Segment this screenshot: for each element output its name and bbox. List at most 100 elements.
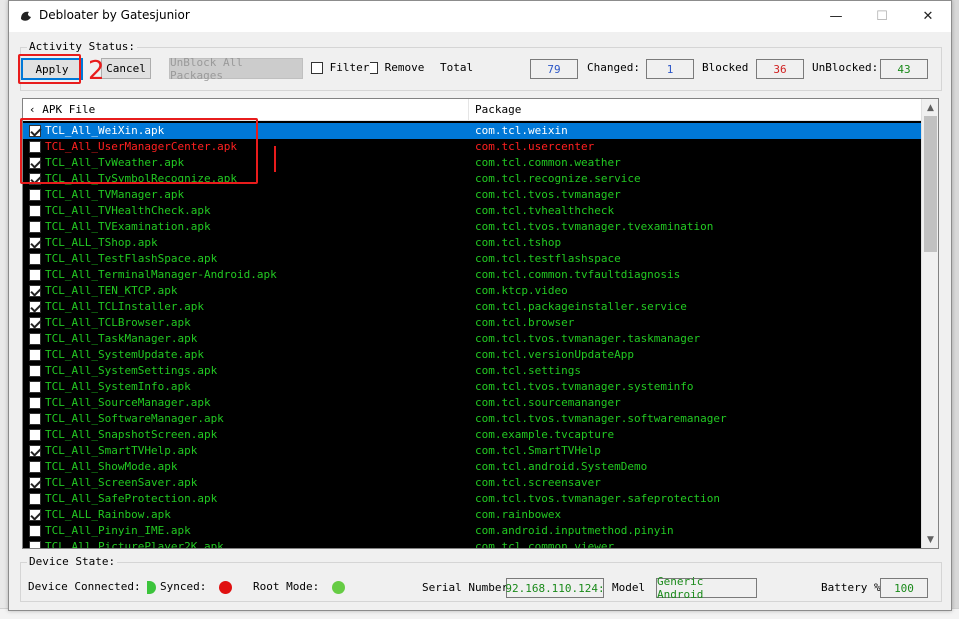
- list-item[interactable]: TCL_All_ShowMode.apk com.tcl.android.Syst…: [23, 459, 922, 475]
- apk-file-name: TCL_All_TestFlashSpace.apk: [45, 252, 218, 265]
- row-checkbox[interactable]: [29, 445, 41, 457]
- row-checkbox[interactable]: [29, 189, 41, 201]
- row-checkbox[interactable]: [29, 525, 41, 537]
- row-checkbox[interactable]: [29, 429, 41, 441]
- scroll-down-icon[interactable]: ▼: [922, 531, 938, 548]
- blocked-label: Blocked: [702, 61, 749, 74]
- package-name: com.android.inputmethod.pinyin: [475, 524, 674, 537]
- package-name: com.tcl.versionUpdateApp: [475, 348, 634, 361]
- scrollbar-thumb[interactable]: [924, 116, 937, 252]
- package-name: com.rainbowex: [475, 508, 562, 521]
- battery-field: 100: [880, 578, 928, 598]
- list-item[interactable]: TCL_All_TerminalManager-Android.apk com.t…: [23, 267, 922, 283]
- minimize-button[interactable]: —: [813, 1, 859, 32]
- list-item[interactable]: TCL_All_TVExamination.apk com.tcl.tvos.tv…: [23, 219, 922, 235]
- synced-status: Synced:: [160, 580, 232, 594]
- row-checkbox[interactable]: [29, 381, 41, 393]
- row-checkbox[interactable]: [29, 461, 41, 473]
- remove-label: Remove: [384, 61, 425, 74]
- row-checkbox[interactable]: [29, 237, 41, 249]
- list-item[interactable]: TCL_All_SystemUpdate.apk com.tcl.versionU…: [23, 347, 922, 363]
- list-item[interactable]: TCL_All_SmartTVHelp.apk com.tcl.SmartTVHe…: [23, 443, 922, 459]
- list-item[interactable]: TCL_All_TEN_KTCP.apk com.ktcp.video: [23, 283, 922, 299]
- list-item[interactable]: TCL_All_SafeProtection.apk com.tcl.tvos.t…: [23, 491, 922, 507]
- root-indicator-icon: [331, 580, 345, 594]
- apk-file-name: TCL_All_SmartTVHelp.apk: [45, 444, 198, 457]
- annotation-step-number: 2: [88, 56, 105, 86]
- connected-indicator-icon: [147, 580, 157, 594]
- filter-checkbox-box[interactable]: [311, 62, 323, 74]
- list-item[interactable]: TCL_All_SoftwareManager.apk com.tcl.tvos.…: [23, 411, 922, 427]
- filter-checkbox[interactable]: Filter: [311, 61, 369, 74]
- package-name: com.ktcp.video: [475, 284, 568, 297]
- app-logo-icon: [21, 11, 31, 21]
- package-name: com.tcl.tshop: [475, 236, 562, 249]
- row-checkbox[interactable]: [29, 269, 41, 281]
- list-item[interactable]: TCL_All_PicturePlayer2K.apk com.tcl.commo…: [23, 539, 922, 548]
- scroll-up-icon[interactable]: ▲: [922, 99, 938, 116]
- cancel-button[interactable]: Cancel: [101, 58, 151, 79]
- list-item[interactable]: TCL_All_ScreenSaver.apk com.tcl.screensav…: [23, 475, 922, 491]
- row-checkbox[interactable]: [29, 317, 41, 329]
- list-item[interactable]: TCL_ALL_Rainbow.apk com.rainbowex: [23, 507, 922, 523]
- unblock-all-button[interactable]: UnBlock All Packages: [169, 56, 303, 82]
- package-name: com.tcl.usercenter: [475, 140, 595, 153]
- list-item[interactable]: TCL_All_Pinyin_IME.apk com.android.inputm…: [23, 523, 922, 539]
- total-count: 79: [530, 59, 578, 79]
- synced-label: Synced:: [160, 580, 207, 593]
- changed-label: Changed:: [587, 61, 640, 74]
- row-checkbox[interactable]: [29, 285, 41, 297]
- list-item[interactable]: TCL_All_SnapshotScreen.apk com.example.tv…: [23, 427, 922, 443]
- apk-file-name: TCL_All_TCLBrowser.apk: [45, 316, 191, 329]
- model-field: Generic Android: [656, 575, 757, 601]
- row-checkbox[interactable]: [29, 477, 41, 489]
- list-item[interactable]: TCL_All_SystemInfo.apk com.tcl.tvos.tvman…: [23, 379, 922, 395]
- row-checkbox[interactable]: [29, 509, 41, 521]
- vertical-scrollbar[interactable]: ▲ ▼: [921, 99, 938, 548]
- package-name: com.tcl.screensaver: [475, 476, 601, 489]
- device-state-label: Device State:: [27, 555, 118, 568]
- row-checkbox[interactable]: [29, 221, 41, 233]
- row-checkbox[interactable]: [29, 541, 41, 548]
- apk-file-name: TCL_All_TerminalManager-Android.apk: [45, 268, 277, 281]
- list-item[interactable]: TCL_All_TCLBrowser.apk com.tcl.browser: [23, 315, 922, 331]
- row-checkbox[interactable]: [29, 493, 41, 505]
- row-checkbox[interactable]: [29, 397, 41, 409]
- row-checkbox[interactable]: [29, 301, 41, 313]
- synced-indicator-icon: [218, 580, 232, 594]
- apk-file-name: TCL_All_TaskManager.apk: [45, 332, 198, 345]
- unblocked-label: UnBlocked:: [812, 61, 879, 74]
- remove-checkbox-box[interactable]: [370, 62, 378, 74]
- apk-file-name: TCL_All_ShowMode.apk: [45, 460, 178, 473]
- maximize-button[interactable]: ☐: [859, 1, 905, 32]
- row-checkbox[interactable]: [29, 205, 41, 217]
- package-name: com.tcl.browser: [475, 316, 575, 329]
- list-item[interactable]: TCL_All_TestFlashSpace.apk com.tcl.testfl…: [23, 251, 922, 267]
- changed-count: 1: [646, 59, 694, 79]
- list-rows: TCL_All_WeiXin.apk com.tcl.weixin TCL_All_…: [23, 123, 922, 548]
- title-bar: Debloater by Gatesjunior — ☐ ✕: [9, 1, 951, 32]
- list-item[interactable]: TCL_All_TVHealthCheck.apk com.tcl.tvhealt…: [23, 203, 922, 219]
- close-button[interactable]: ✕: [905, 1, 951, 32]
- remove-checkbox[interactable]: Remove: [370, 61, 424, 74]
- apk-file-name: TCL_ALL_TShop.apk: [45, 236, 158, 249]
- list-item[interactable]: TCL_ALL_TShop.apk com.tcl.tshop: [23, 235, 922, 251]
- list-item[interactable]: TCL_All_SystemSettings.apk com.tcl.settin…: [23, 363, 922, 379]
- root-mode-label: Root Mode:: [253, 580, 320, 593]
- annotation-step-line: [274, 146, 276, 172]
- list-item[interactable]: TCL_All_TCLInstaller.apk com.tcl.packagei…: [23, 299, 922, 315]
- list-item[interactable]: TCL_All_TaskManager.apk com.tcl.tvos.tvma…: [23, 331, 922, 347]
- list-item[interactable]: TCL_All_TVManager.apk com.tcl.tvos.tvmana…: [23, 187, 922, 203]
- row-checkbox[interactable]: [29, 349, 41, 361]
- apk-file-name: TCL_All_SoftwareManager.apk: [45, 412, 224, 425]
- apk-file-name: TCL_All_SystemInfo.apk: [45, 380, 191, 393]
- window-title: Debloater by Gatesjunior: [39, 8, 190, 22]
- list-item[interactable]: TCL_All_SourceManager.apk com.tcl.sourcem…: [23, 395, 922, 411]
- column-header-package[interactable]: Package: [469, 99, 922, 121]
- package-name: com.tcl.settings: [475, 364, 581, 377]
- row-checkbox[interactable]: [29, 365, 41, 377]
- row-checkbox[interactable]: [29, 413, 41, 425]
- package-name: com.tcl.tvos.tvmanager.tvexamination: [475, 220, 714, 233]
- row-checkbox[interactable]: [29, 253, 41, 265]
- row-checkbox[interactable]: [29, 333, 41, 345]
